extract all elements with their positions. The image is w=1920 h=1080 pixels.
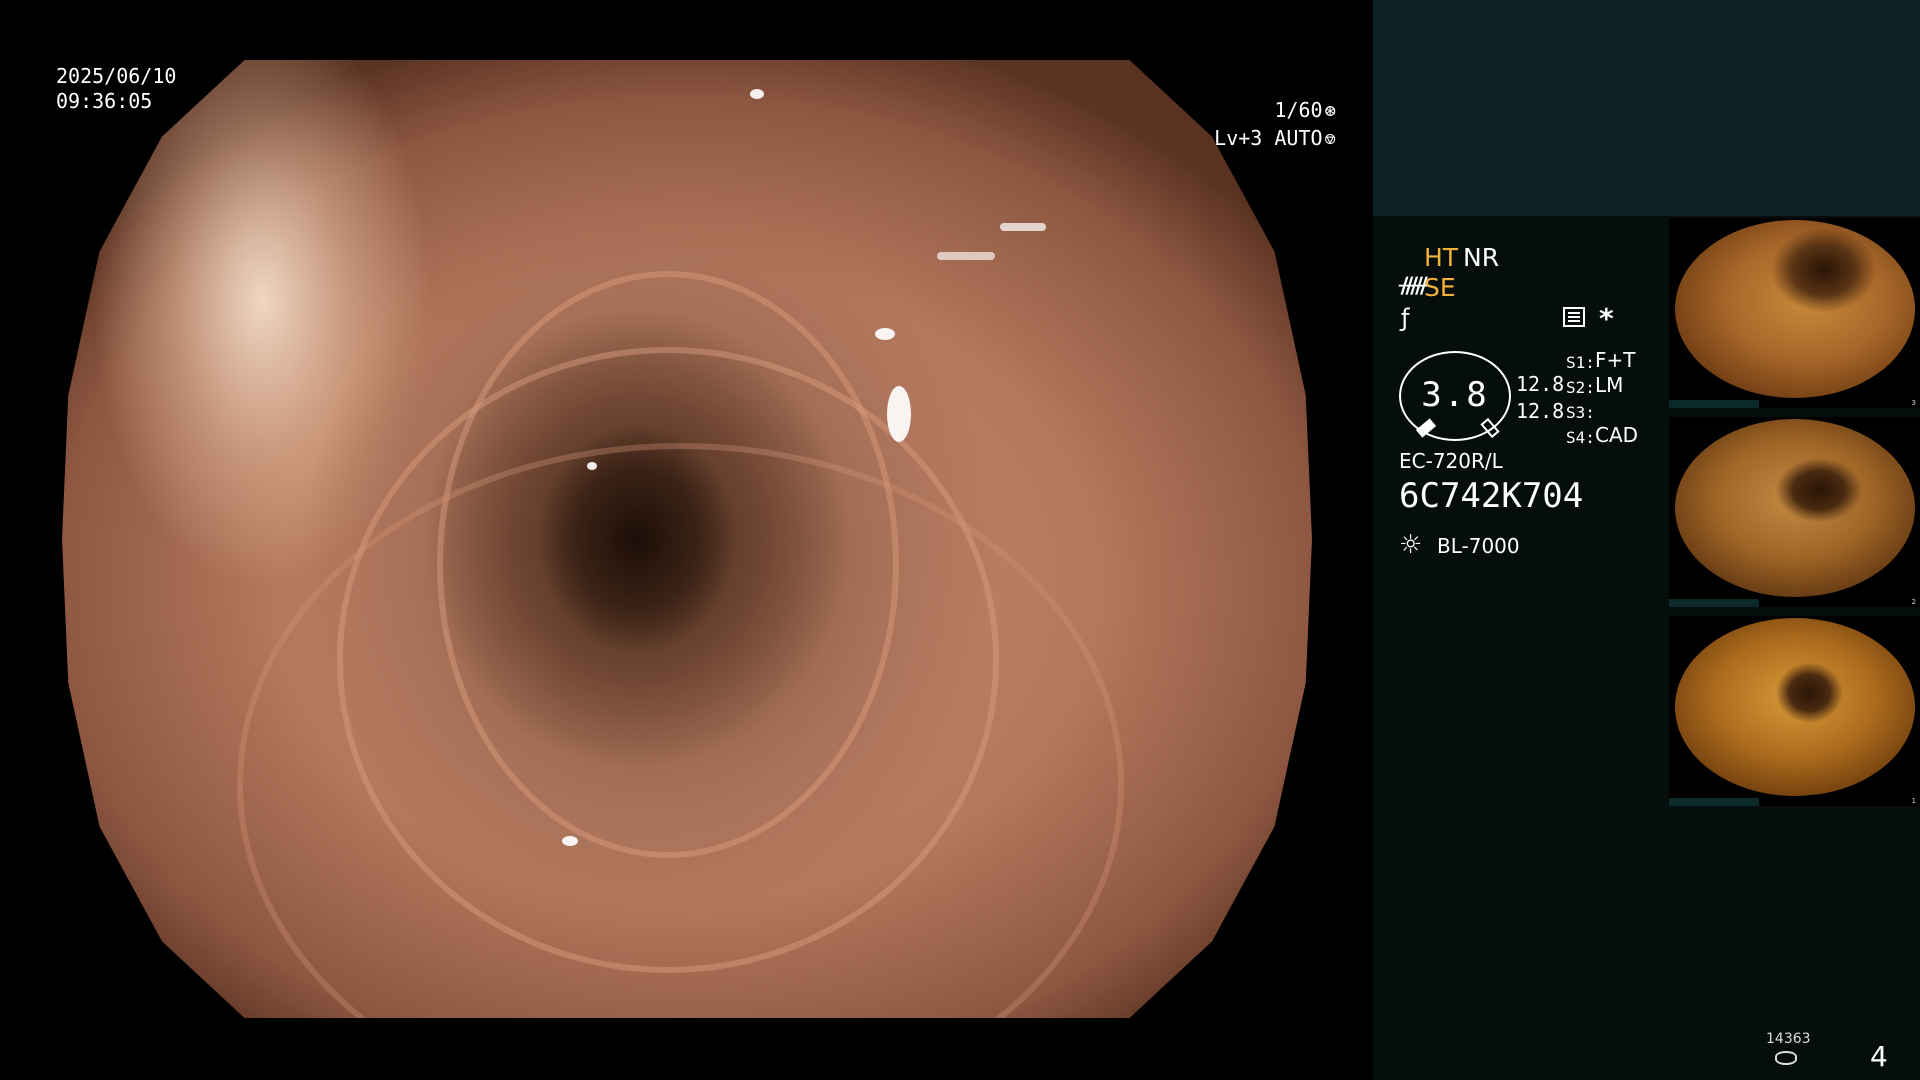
gauge-pointer-icon bbox=[1415, 418, 1437, 438]
light-reflection bbox=[937, 251, 995, 260]
menu-icon bbox=[1563, 307, 1585, 327]
light-source-model: BL-7000 bbox=[1437, 534, 1520, 558]
switch-1-value: F+T bbox=[1595, 348, 1636, 372]
thumbnail-label-bar bbox=[1669, 599, 1759, 607]
ht-setting: HT bbox=[1424, 243, 1459, 272]
scope-serial: 6C742K704 bbox=[1399, 476, 1584, 516]
light-reflection bbox=[887, 385, 911, 442]
shutter-icon: ⊛ bbox=[1324, 100, 1336, 122]
info-panel: HT NR ᚏ SE ƒ * 3.8 12.8 12.8 S1: F+T S2:… bbox=[1373, 0, 1920, 1080]
switch-4-label: S4: bbox=[1566, 428, 1595, 447]
light-reflection bbox=[874, 328, 895, 341]
iris-level-value: Lv+3 AUTO bbox=[1214, 126, 1323, 150]
thumbnail-index: 3 bbox=[1911, 399, 1916, 407]
shutter-speed-value: 1/60 bbox=[1274, 98, 1323, 122]
thumbnail-label-bar bbox=[1669, 798, 1759, 806]
storage-count: 14363 bbox=[1766, 1031, 1811, 1047]
colon-thumbnail-3 bbox=[1675, 618, 1915, 796]
switch-4-value: CAD bbox=[1595, 423, 1639, 447]
captured-image-thumbnail[interactable]: 3 bbox=[1669, 218, 1920, 408]
se-setting: SE bbox=[1424, 273, 1456, 302]
colon-thumbnail-2 bbox=[1675, 419, 1915, 597]
mucosal-fold bbox=[437, 270, 899, 858]
captured-image-thumbnail[interactable]: 2 bbox=[1669, 417, 1920, 607]
switch-2-label: S2: bbox=[1566, 378, 1595, 397]
panel-header bbox=[1373, 0, 1920, 216]
thumbnail-index: 1 bbox=[1911, 797, 1916, 805]
thumbnail-index: 2 bbox=[1911, 598, 1916, 606]
function-icon: ƒ bbox=[1401, 304, 1410, 332]
page-number: 4 bbox=[1870, 1040, 1888, 1073]
gauge-upper-value: 12.8 bbox=[1516, 372, 1565, 396]
storage-disk-icon bbox=[1775, 1051, 1797, 1065]
iris-icon: ⎊ bbox=[1324, 128, 1336, 150]
switch-1-label: S1: bbox=[1566, 353, 1595, 372]
light-reflection bbox=[562, 835, 578, 846]
captured-image-thumbnail[interactable]: 1 bbox=[1669, 616, 1920, 806]
scope-model: EC-720R/L bbox=[1399, 449, 1503, 473]
zoom-gauge: 3.8 bbox=[1399, 351, 1511, 441]
endoscopic-image bbox=[62, 60, 1312, 1018]
colon-thumbnail-1 bbox=[1675, 220, 1915, 398]
light-reflection bbox=[999, 222, 1046, 231]
iris-level: Lv+3 AUTO ⎊ bbox=[1214, 126, 1336, 152]
endoscopy-view: 2025/06/10 09:36:05 1/60 ⊛ Lv+3 AUTO ⎊ bbox=[0, 0, 1373, 1080]
nr-setting: NR bbox=[1463, 243, 1500, 272]
mucosal-fold bbox=[237, 443, 1124, 1018]
light-reflection bbox=[587, 462, 597, 471]
date-display: 2025/06/10 bbox=[56, 64, 177, 88]
asterisk-indicator: * bbox=[1599, 302, 1614, 335]
time-display: 09:36:05 bbox=[56, 89, 153, 113]
gauge-marker-icon bbox=[1480, 417, 1500, 439]
shutter-speed: 1/60 ⊛ bbox=[1274, 98, 1336, 124]
gauge-lower-value: 12.8 bbox=[1516, 399, 1565, 423]
light-source-icon: ☼ bbox=[1399, 530, 1423, 560]
thumbnail-label-bar bbox=[1669, 400, 1759, 408]
light-reflection bbox=[749, 88, 764, 99]
switch-2-value: LM bbox=[1595, 373, 1624, 397]
switch-3-label: S3: bbox=[1566, 403, 1595, 422]
gauge-value: 3.8 bbox=[1421, 375, 1489, 415]
